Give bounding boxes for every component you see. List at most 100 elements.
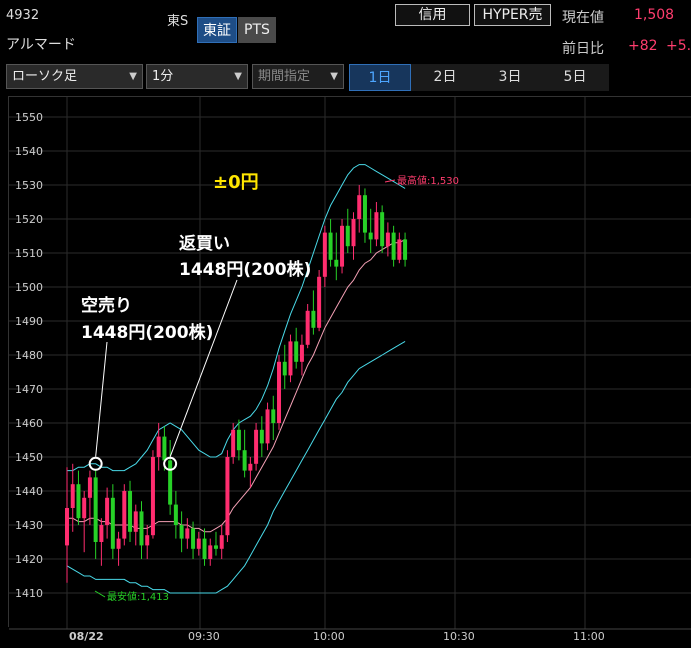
short-sell-detail: 1448円(200株)	[81, 322, 213, 343]
candle-body	[271, 409, 276, 423]
hyper-sell-button[interactable]: HYPER売	[474, 4, 551, 26]
y-tick-label: 1540	[15, 145, 43, 158]
candle-body	[219, 535, 224, 549]
candle-body	[156, 436, 161, 457]
candle-body	[168, 460, 173, 505]
candle-body	[334, 259, 339, 267]
buy-back-detail: 1448円(200株)	[179, 259, 311, 280]
candle-body	[179, 525, 184, 539]
interval-select[interactable]: 1分 ▼	[146, 64, 248, 89]
y-tick-label: 1460	[15, 417, 43, 430]
candle-body	[236, 429, 241, 451]
period-value: 期間指定	[258, 69, 311, 84]
candle-body	[93, 477, 98, 542]
grid-lines	[9, 97, 691, 630]
x-axis-ticks: 08/22 09:30 10:00 10:30 11:00	[69, 630, 605, 643]
candle-body	[213, 545, 218, 549]
range-tabs: 1日 2日 3日 5日	[349, 64, 609, 91]
range-tab-1d[interactable]: 1日	[349, 64, 411, 91]
low-price-label: 最安値:1,413	[107, 590, 169, 603]
y-tick-label: 1410	[15, 587, 43, 600]
stock-name: アルマード	[6, 37, 76, 53]
candle-body	[231, 429, 236, 457]
period-select[interactable]: 期間指定 ▼	[252, 64, 344, 89]
candle-body	[128, 491, 133, 532]
high-price-label: 最高値:1,530	[397, 174, 459, 187]
candle-body	[288, 341, 293, 376]
candle-body	[299, 344, 304, 362]
interval-value: 1分	[152, 69, 174, 84]
candle-body	[116, 538, 121, 549]
candle-body	[397, 239, 402, 260]
candle-body	[185, 528, 190, 539]
candle-body	[282, 361, 287, 376]
chevron-down-icon: ▼	[129, 71, 137, 82]
candle-body	[145, 535, 150, 546]
candle-body	[385, 232, 390, 247]
candle-body	[351, 219, 356, 247]
candle-body	[162, 436, 167, 461]
candle-body	[202, 538, 207, 559]
range-tab-2d[interactable]: 2日	[414, 64, 476, 91]
current-price-label: 現在値	[562, 10, 604, 26]
candle-body	[150, 457, 155, 536]
chart-type-select[interactable]: ローソク足 ▼	[6, 64, 143, 89]
y-tick-label: 1440	[15, 485, 43, 498]
range-tab-5d[interactable]: 5日	[544, 64, 606, 91]
y-tick-label: 1470	[15, 383, 43, 396]
candle-body	[122, 491, 127, 539]
candle-body	[328, 232, 333, 260]
candle-body	[294, 341, 299, 362]
candle-body	[403, 239, 408, 260]
candle-body	[133, 511, 138, 532]
y-axis-ticks: 1410 1420 1430 1440 1450 1460 1470 1480 1490 1500…	[15, 111, 43, 600]
y-tick-label: 1490	[15, 315, 43, 328]
candle-body	[99, 525, 104, 542]
upper-band-line	[67, 164, 406, 472]
current-price-value: 1,508	[634, 7, 675, 23]
pts-market-button[interactable]: PTS	[238, 17, 276, 43]
chart-area[interactable]: 1410 1420 1430 1440 1450 1460 1470 1480 1490 1500…	[8, 96, 691, 643]
candle-body	[345, 225, 350, 247]
candle-body	[65, 508, 69, 546]
candle-body	[173, 504, 178, 525]
y-tick-label: 1530	[15, 179, 43, 192]
candle-body	[265, 409, 270, 444]
tse-market-button[interactable]: 東証	[197, 17, 237, 43]
candle-body	[322, 232, 327, 277]
candle-body	[248, 463, 253, 471]
low-pointer-line	[94, 590, 106, 598]
candle-body	[70, 484, 75, 508]
y-tick-label: 1420	[15, 553, 43, 566]
candle-body	[357, 195, 362, 219]
candle-body	[305, 310, 310, 345]
chevron-down-icon: ▼	[330, 71, 338, 82]
short-sell-title: 空売り	[81, 295, 132, 316]
candle-body	[76, 484, 81, 519]
candlestick-chart: 1410 1420 1430 1440 1450 1460 1470 1480 1490 1500…	[9, 97, 691, 643]
y-tick-label: 1510	[15, 247, 43, 260]
candle-body	[191, 528, 196, 549]
candles	[65, 185, 408, 583]
candle-body	[362, 195, 367, 233]
credit-button[interactable]: 信用	[395, 4, 470, 26]
candle-body	[380, 212, 385, 247]
candle-body	[340, 225, 345, 267]
range-tab-3d[interactable]: 3日	[479, 64, 541, 91]
candle-body	[317, 276, 322, 328]
candle-body	[374, 212, 379, 240]
candle-body	[196, 538, 201, 549]
change-value: +82	[628, 38, 658, 54]
candle-body	[139, 511, 144, 546]
y-tick-label: 1450	[15, 451, 43, 464]
y-tick-label: 1500	[15, 281, 43, 294]
candle-body	[277, 361, 282, 423]
chevron-down-icon: ▼	[234, 71, 242, 82]
x-tick-label: 10:30	[443, 630, 475, 643]
x-tick-label: 10:00	[313, 630, 345, 643]
candle-body	[225, 457, 230, 536]
candle-body	[87, 477, 92, 498]
x-tick-label: 11:00	[573, 630, 605, 643]
candle-body	[110, 497, 115, 549]
buy-back-title: 返買い	[179, 234, 230, 254]
